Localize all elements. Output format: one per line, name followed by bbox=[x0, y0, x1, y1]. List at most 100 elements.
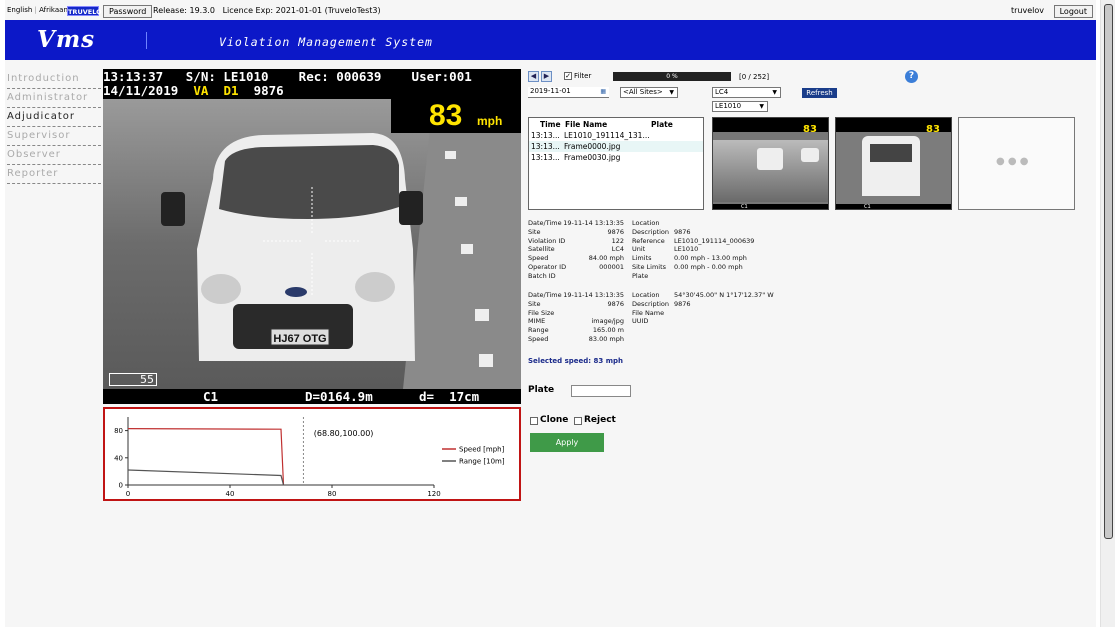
series-line-1 bbox=[127, 428, 285, 486]
chevron-down-icon: ▼ bbox=[669, 89, 674, 96]
speed-range-chart[interactable]: 0 40 80 120 0 40 80 (68.80,100.00) Speed [mph] Ra… bbox=[103, 407, 521, 501]
thumb1-label: C1 bbox=[741, 204, 748, 210]
file-row[interactable]: 13:13... LE1010_191114_131... bbox=[529, 130, 703, 141]
file-row[interactable]: 13:13... Frame0030.jpg bbox=[529, 152, 703, 163]
file-time: 13:13... bbox=[531, 142, 560, 151]
info-key: Limits bbox=[632, 254, 652, 263]
logout-button[interactable]: Logout bbox=[1053, 5, 1093, 18]
selected-speed: Selected speed: 83 mph bbox=[528, 357, 624, 365]
next-button[interactable]: ▶ bbox=[541, 71, 552, 82]
nav-observer[interactable]: Observer bbox=[7, 146, 101, 165]
plate-label: Plate bbox=[528, 385, 555, 395]
nav-reporter[interactable]: Reporter bbox=[7, 165, 101, 184]
speed-value: 83 bbox=[429, 99, 463, 132]
info-key: Site bbox=[528, 299, 541, 308]
x-tick-label: 40 bbox=[226, 490, 235, 498]
device-select[interactable]: LE1010 ▼ bbox=[712, 101, 768, 112]
info-value: 122 bbox=[611, 236, 624, 245]
info-key: Range bbox=[528, 326, 549, 335]
x-tick-label: 0 bbox=[126, 490, 130, 498]
thumbnail-1[interactable]: 83 C1 bbox=[712, 117, 829, 210]
info-key: Site bbox=[528, 227, 541, 236]
chart-svg: 0 40 80 120 0 40 80 (68.80,100.00) Speed [mph] Ra… bbox=[114, 417, 505, 498]
help-icon[interactable]: ? bbox=[905, 70, 918, 83]
sites-select[interactable]: <All Sites> ▼ bbox=[620, 87, 678, 98]
device-value: LE1010 bbox=[715, 102, 742, 110]
current-user: truvelov bbox=[1010, 6, 1044, 15]
nav-adjudicator[interactable]: Adjudicator bbox=[7, 108, 101, 127]
series-line-2 bbox=[127, 469, 285, 486]
info-value: LC4 bbox=[611, 245, 624, 254]
reject-checkbox[interactable] bbox=[574, 417, 582, 425]
thumbnail-loading[interactable]: ● ● ● bbox=[958, 117, 1075, 210]
password-button[interactable]: Password bbox=[103, 5, 153, 18]
clone-checkbox[interactable] bbox=[530, 417, 538, 425]
thumbnail-2[interactable]: 83 C1 bbox=[835, 117, 952, 210]
nav-administrator[interactable]: Administrator bbox=[7, 89, 101, 108]
legend-label: Speed [mph] bbox=[459, 446, 505, 454]
info-value: 9876 bbox=[674, 227, 691, 236]
date-input[interactable]: 2019-11-01 ▦ bbox=[528, 87, 609, 98]
truvelo-logo: TRUVELO bbox=[67, 6, 102, 16]
file-time: 13:13... bbox=[531, 131, 560, 140]
info-key: Date/Time bbox=[528, 219, 562, 227]
info-value: 83.00 mph bbox=[588, 335, 624, 343]
info-key: UUID bbox=[632, 317, 649, 326]
thumb1-speed: 83 bbox=[803, 124, 817, 135]
header-divider bbox=[146, 32, 147, 49]
info-key: Speed bbox=[528, 254, 549, 263]
scrollbar-thumb[interactable] bbox=[1104, 4, 1113, 539]
file-name: LE1010_191114_131... bbox=[564, 131, 650, 140]
licence-text: Licence Exp: 2021-01-01 (TruveloTest3) bbox=[222, 6, 381, 15]
record-count: [0 / 252] bbox=[739, 73, 770, 81]
role-nav: Introduction Administrator Adjudicator S… bbox=[7, 70, 101, 184]
filter-checkbox[interactable]: ✓ bbox=[564, 72, 572, 80]
info-value: 84.00 mph bbox=[588, 254, 624, 263]
lc-select[interactable]: LC4 ▼ bbox=[712, 87, 781, 98]
info-key: Batch ID bbox=[528, 271, 556, 280]
legend-label: Range [10m] bbox=[459, 458, 505, 466]
refresh-button[interactable]: Refresh bbox=[802, 88, 837, 98]
nav-introduction[interactable]: Introduction bbox=[7, 70, 101, 89]
plate-text: HJ67 OTG bbox=[273, 333, 326, 345]
apply-button[interactable]: Apply bbox=[530, 433, 604, 452]
corner-counter: 55 bbox=[109, 373, 157, 386]
info-key: Description bbox=[632, 299, 670, 308]
info-value: 9876 bbox=[607, 299, 624, 308]
footer-distance: D=0164.9m bbox=[305, 389, 373, 404]
vms-logo: Vms bbox=[37, 26, 96, 53]
file-name: Frame0000.jpg bbox=[564, 142, 621, 151]
loading-dots-icon: ● ● ● bbox=[996, 156, 1029, 167]
info-key: Site Limits bbox=[632, 263, 667, 271]
info-value: LE1010_191114_000639 bbox=[674, 236, 755, 245]
plate-input[interactable] bbox=[571, 385, 631, 397]
y-tick-label: 80 bbox=[114, 427, 123, 435]
info-key: Plate bbox=[632, 271, 649, 280]
info-value: 0.00 mph - 13.00 mph bbox=[674, 254, 747, 263]
info-value: 0.00 mph - 0.00 mph bbox=[674, 263, 743, 271]
prev-button[interactable]: ◀ bbox=[528, 71, 539, 82]
nav-supervisor[interactable]: Supervisor bbox=[7, 127, 101, 146]
lang-english-link[interactable]: English bbox=[7, 6, 32, 14]
col-time: Time bbox=[540, 120, 561, 129]
info-value: LE1010 bbox=[674, 245, 699, 254]
date-value: 2019-11-01 bbox=[530, 87, 571, 95]
info-value: 19-11-14 13:13:35 bbox=[563, 219, 624, 227]
info-key: Satellite bbox=[528, 245, 555, 254]
violation-photo[interactable]: HJ67 OTG 13:13:37 S/N: LE1010 Rec: 00063… bbox=[103, 69, 521, 404]
page: English | Afrikaans TRUVELO Password Rel… bbox=[5, 0, 1096, 627]
vertical-scrollbar[interactable] bbox=[1100, 0, 1115, 627]
col-file-name: File Name bbox=[565, 120, 608, 129]
speed-overlay: 83 mph bbox=[391, 99, 521, 133]
info-key: Operator ID bbox=[528, 263, 567, 271]
header-banner: Vms Violation Management System bbox=[5, 20, 1096, 60]
info-key: Location bbox=[632, 291, 660, 299]
footer-d-cm: d= 17cm bbox=[419, 389, 480, 404]
file-row[interactable]: 13:13... Frame0000.jpg bbox=[529, 141, 703, 152]
calendar-icon[interactable]: ▦ bbox=[600, 87, 606, 96]
x-tick-label: 120 bbox=[427, 490, 440, 498]
info-key: File Size bbox=[528, 308, 555, 317]
file-name: Frame0030.jpg bbox=[564, 153, 621, 162]
info-value: 54°30'45.00" N 1°17'12.37" W bbox=[674, 291, 774, 299]
chevron-down-icon: ▼ bbox=[772, 89, 777, 96]
